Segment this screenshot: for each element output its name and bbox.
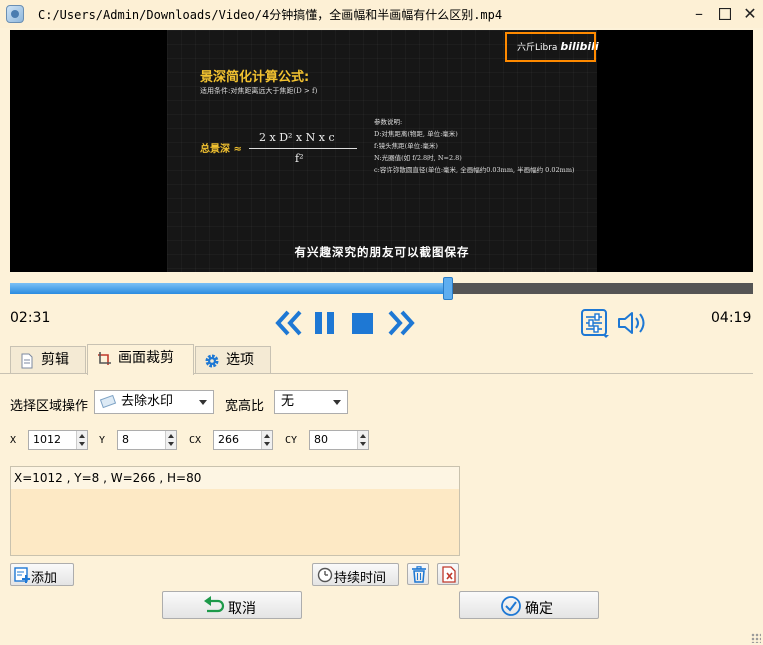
spin-buttons[interactable] [165, 431, 176, 449]
tab-options[interactable]: 选项 [195, 346, 271, 374]
duration-label: 持续时间 [334, 571, 387, 586]
stop-icon[interactable] [350, 308, 376, 338]
title-bar: C:/Users/Admin/Downloads/Video/4分钟搞懂，全画幅… [0, 0, 763, 28]
region-op-value: 去除水印 [121, 394, 174, 409]
frame-note: c:容许弥散圆直径(单位:毫米, 全画幅约0.03mm, 半画幅约 0.02mm… [374, 166, 575, 174]
clear-list-icon [442, 566, 456, 583]
eraser-icon [99, 394, 117, 409]
aspect-ratio-value: 无 [281, 394, 295, 409]
spin-buttons[interactable] [357, 431, 368, 449]
region-list[interactable]: X=1012 , Y=8 , W=266 , H=80 [10, 466, 460, 556]
cx-label: CX [189, 435, 202, 446]
cancel-label: 取消 [228, 601, 256, 617]
y-value: 8 [122, 433, 129, 446]
frame-formula-label: 总景深 ≈ [200, 144, 242, 155]
video-frame: 景深简化计算公式: 适用条件:对焦距离远大于焦距(D > f) 总景深 ≈ 2 … [167, 30, 599, 272]
maximize-button[interactable] [714, 4, 736, 24]
add-button[interactable]: 添加 [10, 563, 74, 586]
volume-icon[interactable] [616, 308, 648, 338]
current-time: 02:31 [10, 310, 51, 326]
undo-icon [204, 596, 225, 613]
frame-title: 景深简化计算公式: [200, 70, 310, 85]
tab-edit[interactable]: 剪辑 [10, 346, 86, 374]
cy-label: CY [285, 435, 298, 446]
seek-bar-played [10, 283, 449, 294]
crop-icon [98, 352, 111, 365]
chevron-down-icon [333, 400, 341, 405]
equalizer-icon[interactable] [580, 308, 610, 338]
video-preview[interactable]: 景深简化计算公式: 适用条件:对焦距离远大于焦距(D > f) 总景深 ≈ 2 … [10, 30, 753, 272]
seek-bar[interactable] [10, 277, 753, 300]
total-time: 04:19 [711, 310, 752, 326]
frame-formula-denominator: f² [295, 152, 304, 165]
frame-notes: 参数说明: D:对焦距离(物距, 单位:毫米) f:镜头焦距(单位:毫米) N:… [374, 116, 575, 176]
delete-button[interactable] [407, 563, 429, 585]
aspect-ratio-label: 宽高比 [225, 399, 265, 414]
chevron-down-icon [199, 400, 207, 405]
spin-buttons[interactable] [261, 431, 272, 449]
cx-stepper[interactable]: 266 [213, 430, 273, 450]
ok-button[interactable]: 确定 [459, 591, 599, 619]
gear-icon [205, 354, 219, 368]
duration-button[interactable]: 持续时间 [312, 563, 399, 586]
ok-label: 确定 [525, 601, 553, 617]
region-op-select[interactable]: 去除水印 [94, 390, 214, 414]
check-circle-icon [501, 596, 521, 616]
rewind-icon[interactable] [274, 308, 304, 338]
tab-label: 画面裁剪 [118, 350, 174, 366]
cx-value: 266 [218, 433, 239, 446]
frame-fraction-bar [249, 148, 357, 149]
frame-subtitle: 有兴趣深究的朋友可以截图保存 [294, 245, 470, 259]
y-label: Y [99, 435, 106, 446]
frame-note: D:对焦距离(物距, 单位:毫米) [374, 130, 458, 138]
add-icon [14, 567, 30, 583]
close-button[interactable]: ✕ [739, 4, 761, 24]
add-label: 添加 [31, 571, 58, 586]
cy-value: 80 [314, 433, 328, 446]
frame-note: 参数说明: [374, 118, 403, 126]
resize-grip[interactable] [751, 633, 761, 643]
pause-icon[interactable] [312, 308, 338, 338]
watermark-selection-box[interactable] [505, 32, 596, 62]
app-icon [6, 5, 24, 23]
clear-button[interactable] [437, 563, 459, 585]
cancel-button[interactable]: 取消 [162, 591, 302, 619]
minimize-button[interactable]: – [688, 4, 710, 24]
tab-label: 选项 [226, 352, 254, 368]
frame-note: f:镜头焦距(单位:毫米) [374, 142, 438, 150]
aspect-ratio-select[interactable]: 无 [274, 390, 348, 414]
cy-stepper[interactable]: 80 [309, 430, 369, 450]
tab-label: 剪辑 [41, 352, 69, 368]
tab-crop[interactable]: 画面裁剪 [87, 344, 194, 375]
y-stepper[interactable]: 8 [117, 430, 177, 450]
window-title: C:/Users/Admin/Downloads/Video/4分钟搞懂，全画幅… [38, 8, 503, 22]
seek-bar-thumb[interactable] [443, 277, 454, 300]
frame-formula-numerator: 2 x D² x N x c [259, 131, 335, 144]
region-op-label: 选择区域操作 [10, 399, 89, 414]
x-value: 1012 [33, 433, 61, 446]
list-item[interactable]: X=1012 , Y=8 , W=266 , H=80 [11, 467, 459, 489]
x-stepper[interactable]: 1012 [28, 430, 88, 450]
trash-icon [412, 566, 426, 583]
frame-condition: 适用条件:对焦距离远大于焦距(D > f) [200, 87, 318, 95]
fast-forward-icon[interactable] [386, 308, 416, 338]
frame-note: N:光圈值(如 f/2.8时, N=2.8) [374, 154, 462, 162]
document-icon [21, 353, 33, 369]
spin-buttons[interactable] [76, 431, 87, 449]
clock-icon [317, 567, 333, 583]
x-label: X [10, 435, 17, 446]
